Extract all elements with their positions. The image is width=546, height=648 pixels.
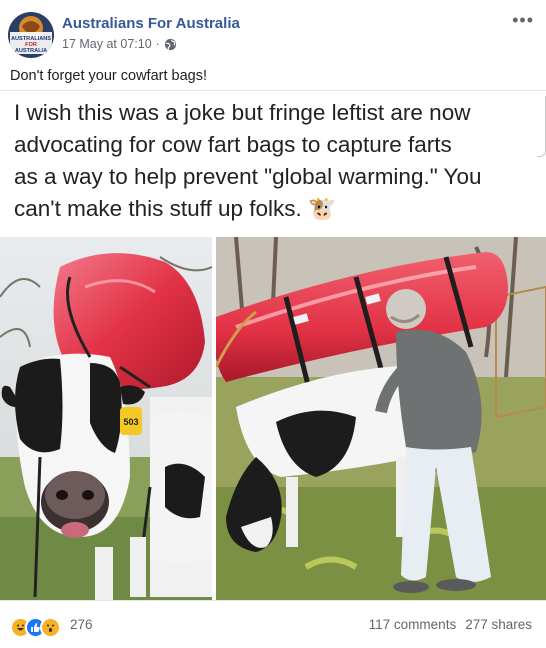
post-caption: Don't forget your cowfart bags! xyxy=(10,68,208,84)
page-avatar[interactable]: AUSTRALIANS FOR AUSTRALIA xyxy=(8,12,54,58)
shares-count-link[interactable]: 277 shares xyxy=(465,617,532,632)
comments-count-link[interactable]: 117 comments xyxy=(369,617,457,632)
ear-tag-label: 503 xyxy=(123,417,138,427)
wow-icon xyxy=(40,617,61,638)
divider xyxy=(0,90,546,91)
image-text-line: as a way to help prevent "global warming… xyxy=(14,164,482,189)
post-meta: 17 May at 07:10 · xyxy=(62,37,177,51)
image-corner xyxy=(537,96,546,157)
reaction-count[interactable]: 276 xyxy=(70,617,93,632)
page-logo-icon: AUSTRALIANS FOR AUSTRALIA xyxy=(8,12,54,58)
engagement-stats: 117 comments 277 shares xyxy=(369,617,532,632)
more-options-icon[interactable]: ••• xyxy=(512,10,534,31)
cow-photo-right[interactable] xyxy=(216,237,546,601)
reaction-icons[interactable] xyxy=(10,617,61,638)
post-timestamp[interactable]: 17 May at 07:10 xyxy=(62,37,152,51)
image-text-line: advocating for cow fart bags to capture … xyxy=(14,132,452,157)
meta-separator: · xyxy=(155,37,160,51)
image-text-line: I wish this was a joke but fringe leftis… xyxy=(14,100,471,125)
cow-photo-right-image xyxy=(216,237,546,601)
avatar-text-3: AUSTRALIA xyxy=(15,48,47,54)
facebook-post: AUSTRALIANS FOR AUSTRALIA Australians Fo… xyxy=(0,0,546,647)
post-footer: 276 117 comments 277 shares xyxy=(0,600,546,648)
image-text: I wish this was a joke but fringe leftis… xyxy=(14,97,534,225)
image-text-line: can't make this stuff up folks. 🐮 xyxy=(14,196,337,221)
cow-photo-left-image: 503 xyxy=(0,237,212,601)
page-name-link[interactable]: Australians For Australia xyxy=(62,15,240,32)
globe-icon[interactable] xyxy=(164,38,177,51)
cow-photo-left[interactable]: 503 xyxy=(0,237,212,601)
